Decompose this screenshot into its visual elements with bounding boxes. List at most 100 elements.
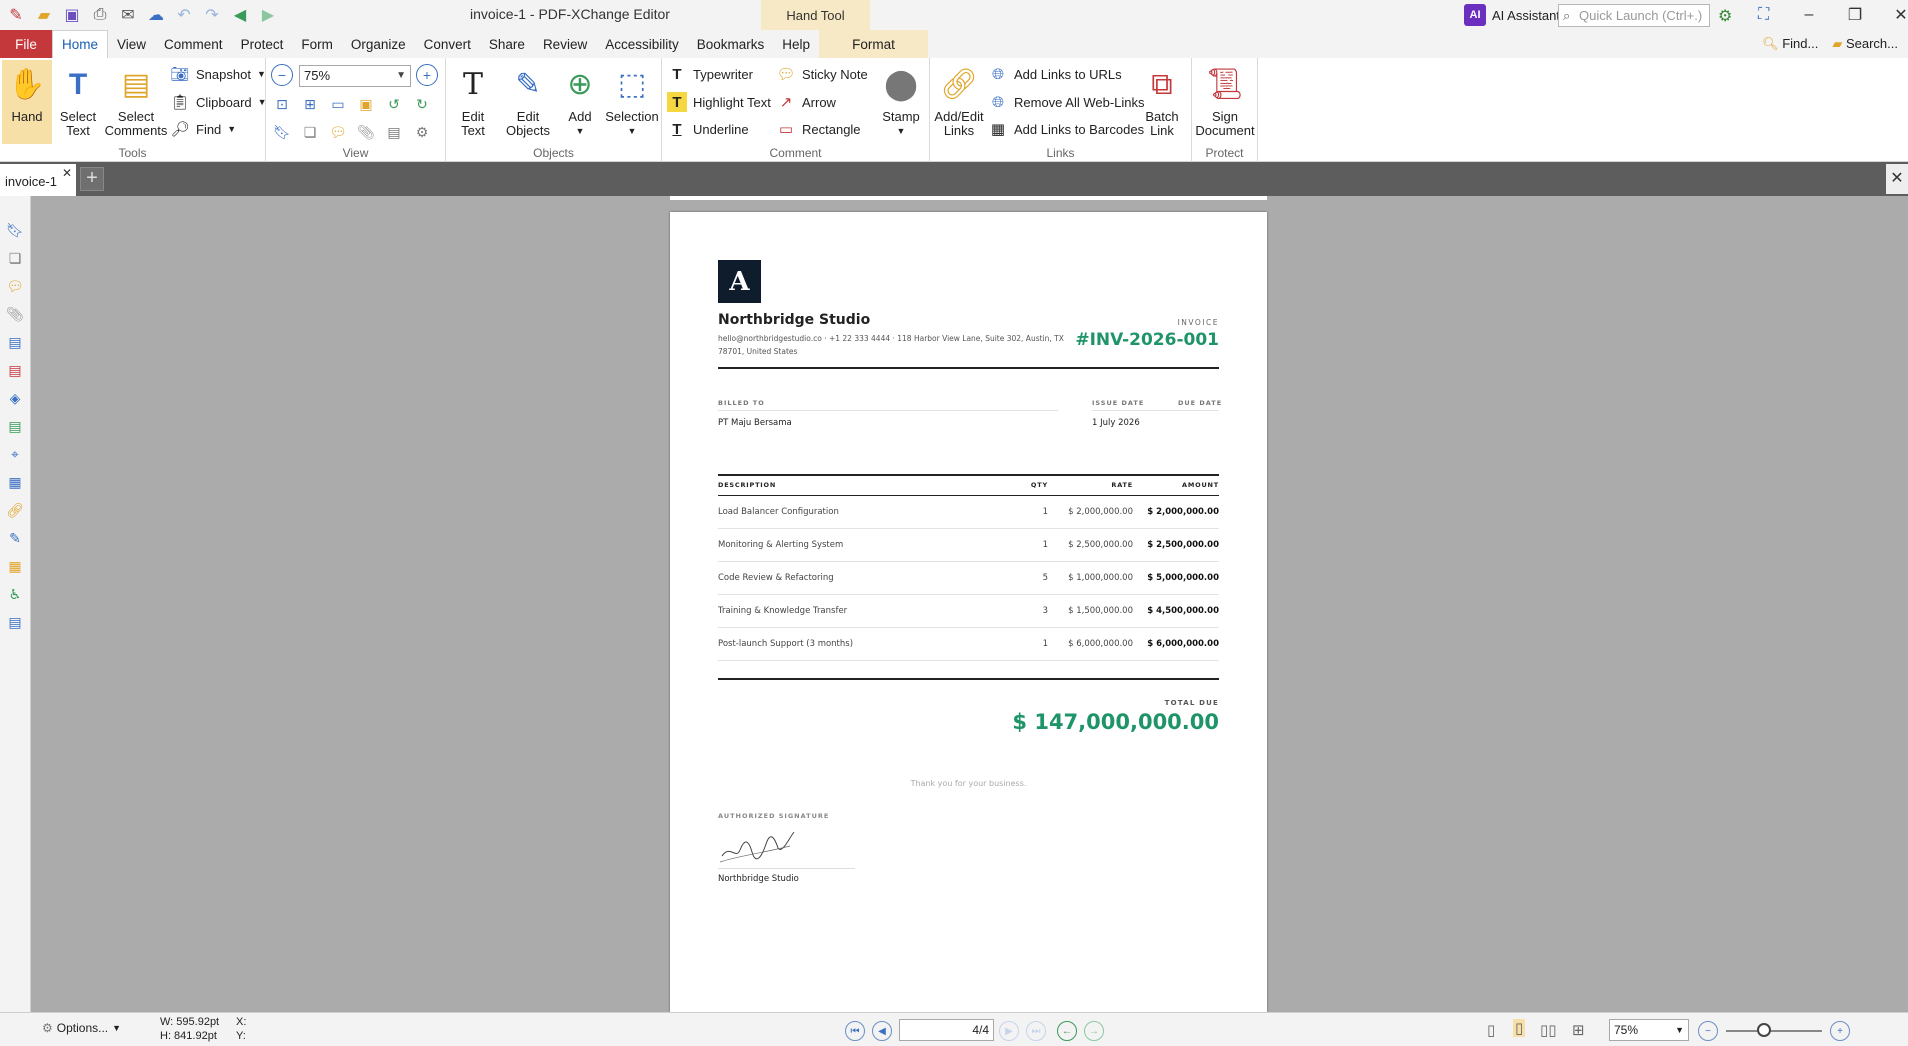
restore-icon[interactable]: ❐ [1832, 5, 1878, 25]
typewriter-button[interactable]: T Typewriter [667, 63, 753, 85]
comments-panel-icon[interactable]: 💬︎ [5, 276, 25, 296]
zoom-in-icon[interactable]: + [416, 64, 438, 86]
last-page-icon[interactable]: ⏭ [1026, 1021, 1046, 1041]
arrow-button[interactable]: ↗ Arrow [776, 91, 836, 113]
rotate-right-icon[interactable]: ↻ [411, 93, 433, 115]
rectangle-button[interactable]: ▭ Rectangle [776, 118, 861, 140]
tab-bookmarks[interactable]: Bookmarks [688, 30, 774, 58]
select-comments-button[interactable]: ▤ Select Comments [104, 62, 168, 138]
bookmark-icon[interactable]: 🔖︎ [271, 121, 293, 143]
tab-form[interactable]: Form [292, 30, 342, 58]
fit-visible-icon[interactable]: ▣ [355, 93, 377, 115]
status-zoom-in-icon[interactable]: + [1830, 1021, 1850, 1041]
thumbnails-panel-icon[interactable]: ❏ [5, 248, 25, 268]
add-links-urls-button[interactable]: 🌐︎ Add Links to URLs [988, 63, 1122, 85]
content-panel-icon[interactable]: ▤ [5, 332, 25, 352]
file-menu[interactable]: File [0, 30, 52, 58]
save-icon[interactable]: ▣ [60, 3, 84, 27]
facing-pages-icon[interactable]: ▯▯ [1540, 1021, 1557, 1039]
find-tool-button[interactable]: 🔎︎ Find ▼ [170, 118, 236, 140]
tab-home[interactable]: Home [52, 30, 109, 58]
back-view-icon[interactable]: ← [1057, 1021, 1077, 1041]
fullscreen-icon[interactable]: ⛶ [1758, 6, 1769, 24]
zoom-select[interactable]: 75% ▼ [299, 65, 411, 87]
zoom-out-icon[interactable]: − [271, 64, 293, 86]
location-panel-icon[interactable]: ⌖ [5, 444, 25, 464]
options-button[interactable]: ⚙ Options... ▼ [42, 1021, 121, 1035]
comments-icon[interactable]: 💬︎ [327, 121, 349, 143]
rotate-left-icon[interactable]: ↺ [383, 93, 405, 115]
cloud-icon[interactable]: ☁ [144, 3, 168, 27]
zoom-slider-track[interactable] [1726, 1030, 1822, 1032]
snapshot-button[interactable]: 📷︎ Snapshot ▼ [170, 63, 265, 85]
properties-panel-icon[interactable]: ✎ [5, 528, 25, 548]
edit-objects-button[interactable]: ✎ Edit Objects [498, 62, 558, 138]
add-edit-links-button[interactable]: 🔗︎ Add/Edit Links [932, 62, 986, 138]
settings-icon[interactable]: ⚙ [1718, 6, 1732, 26]
forward-view-icon[interactable]: → [1084, 1021, 1104, 1041]
fields-panel-icon[interactable]: ▦ [5, 556, 25, 576]
bookmarks-panel-icon[interactable]: 🔖︎ [5, 220, 25, 240]
first-page-icon[interactable]: ⏮ [845, 1021, 865, 1041]
underline-button[interactable]: T Underline [667, 118, 748, 140]
destinations-panel-icon[interactable]: ▤ [5, 360, 25, 380]
close-all-icon[interactable]: ✕ [1886, 164, 1908, 194]
batch-link-button[interactable]: ⧉ Batch Link [1136, 62, 1188, 138]
page-number-input[interactable]: 4/4 [899, 1019, 994, 1041]
layers-panel-icon[interactable]: ◈ [5, 388, 25, 408]
tab-share[interactable]: Share [480, 30, 534, 58]
select-text-button[interactable]: T Select Text [56, 62, 100, 138]
tags-panel-icon[interactable]: ▦ [5, 472, 25, 492]
search-button[interactable]: ▰ Search... [1832, 36, 1898, 52]
sign-document-button[interactable]: 📜︎ Sign Document [1194, 62, 1256, 138]
attachments-icon[interactable]: 📎︎ [355, 121, 377, 143]
tab-convert[interactable]: Convert [415, 30, 480, 58]
accessibility-panel-icon[interactable]: ♿ [5, 584, 25, 604]
redo-icon[interactable]: ↷ [200, 3, 224, 27]
tab-review[interactable]: Review [534, 30, 596, 58]
tab-help[interactable]: Help [773, 30, 819, 58]
app-logo-icon[interactable]: ✎ [4, 3, 28, 27]
tab-view[interactable]: View [108, 30, 155, 58]
highlight-text-button[interactable]: T Highlight Text [667, 91, 771, 113]
add-links-barcodes-button[interactable]: ▦ Add Links to Barcodes [988, 118, 1144, 140]
hand-button[interactable]: ✋ Hand [2, 60, 52, 144]
status-zoom-select[interactable]: 75% ▼ [1609, 1019, 1689, 1041]
links-panel-icon[interactable]: 🔗︎ [5, 500, 25, 520]
forward-icon[interactable]: ▶ [256, 3, 280, 27]
document-canvas[interactable]: A Northbridge Studio hello@northbridgest… [31, 196, 1908, 1012]
minimize-icon[interactable]: – [1786, 6, 1832, 24]
fit-width-icon[interactable]: ▭ [327, 93, 349, 115]
email-icon[interactable]: ✉ [116, 3, 140, 27]
edit-text-button[interactable]: T Edit Text [448, 62, 498, 138]
facing-continuous-icon[interactable]: ⊞ [1572, 1021, 1585, 1039]
undo-icon[interactable]: ↶ [172, 3, 196, 27]
open-folder-icon[interactable]: ▰ [32, 3, 56, 27]
tab-format[interactable]: Format [819, 30, 929, 58]
stamp-button[interactable]: ⬤ Stamp ▼ [876, 62, 926, 138]
actual-size-icon[interactable]: ⊡ [271, 93, 293, 115]
next-page-icon[interactable]: ▶ [999, 1021, 1019, 1041]
back-icon[interactable]: ◀ [228, 3, 252, 27]
single-page-icon[interactable]: ▯ [1487, 1021, 1495, 1039]
continuous-page-icon[interactable]: ▯ [1513, 1019, 1526, 1037]
close-window-icon[interactable]: ✕ [1878, 5, 1908, 25]
previous-page-icon[interactable]: ◀ [872, 1021, 892, 1041]
zoom-slider-thumb[interactable] [1757, 1023, 1771, 1037]
attachments-panel-icon[interactable]: 📎︎ [5, 304, 25, 324]
order-panel-icon[interactable]: ▤ [5, 612, 25, 632]
quick-launch-input[interactable]: ⌕ Quick Launch (Ctrl+.) [1558, 4, 1710, 27]
remove-web-links-button[interactable]: 🌐︎ Remove All Web-Links [988, 91, 1145, 113]
settings-panel-icon[interactable]: ⚙ [411, 121, 433, 143]
print-icon[interactable]: ⎙ [88, 3, 112, 27]
signatures-panel-icon[interactable]: ▤ [5, 416, 25, 436]
fit-page-icon[interactable]: ⊞ [299, 93, 321, 115]
pages-icon[interactable]: ❏ [299, 121, 321, 143]
tab-invoice-1[interactable]: invoice-1 ✕ [0, 164, 76, 196]
clipboard-button[interactable]: 📋︎ Clipboard ▼ [170, 91, 266, 113]
add-button[interactable]: ⊕ Add ▼ [558, 62, 602, 138]
close-tab-icon[interactable]: ✕ [62, 166, 72, 180]
ai-assistant-button[interactable]: AI AI Assistant [1464, 4, 1560, 26]
tab-comment[interactable]: Comment [155, 30, 232, 58]
new-tab-button[interactable]: + [80, 167, 104, 191]
